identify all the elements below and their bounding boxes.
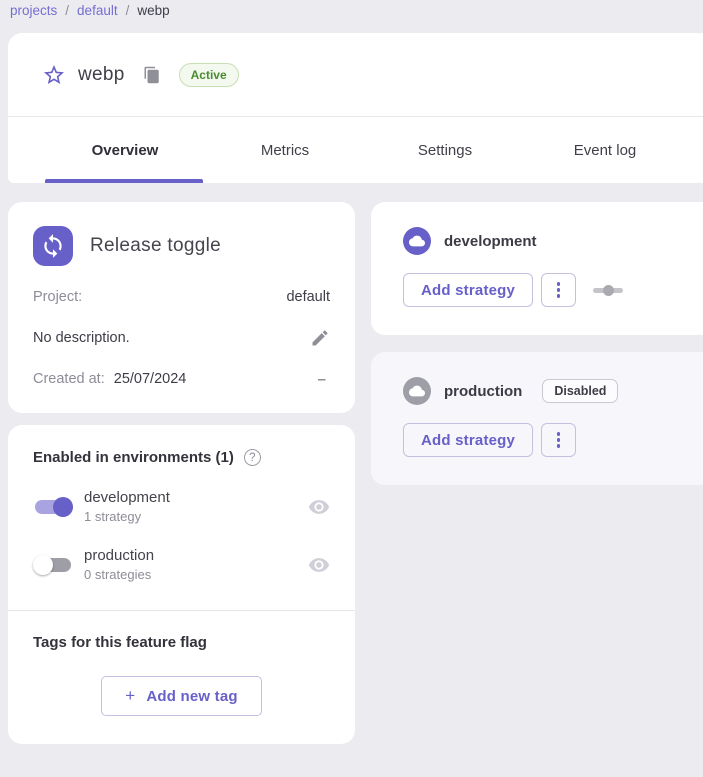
development-toggle[interactable] bbox=[33, 496, 73, 518]
collapse-dash-icon[interactable]: – bbox=[318, 371, 330, 388]
copy-name-button[interactable] bbox=[142, 65, 162, 85]
environment-card-production: production Disabled Add strategy bbox=[371, 352, 703, 485]
tab-event-log[interactable]: Event log bbox=[525, 117, 685, 183]
environment-switch-icon[interactable] bbox=[593, 284, 623, 296]
tab-label: Event log bbox=[574, 142, 637, 159]
env-strategy-count: 1 strategy bbox=[84, 509, 308, 524]
environment-card-header: development bbox=[403, 227, 703, 255]
kebab-dot bbox=[557, 282, 561, 286]
created-at-value: 25/07/2024 bbox=[114, 371, 187, 387]
pencil-icon bbox=[310, 328, 330, 348]
env-row-production: production 0 strategies bbox=[33, 547, 330, 582]
cloud-icon-wrap bbox=[403, 377, 431, 405]
environment-actions: Add strategy bbox=[403, 273, 703, 307]
more-actions-button[interactable] bbox=[541, 423, 576, 457]
more-actions-button[interactable] bbox=[541, 273, 576, 307]
breadcrumb-separator: / bbox=[65, 3, 69, 18]
enabled-environments-title: Enabled in environments (1) bbox=[33, 449, 234, 466]
description-text: No description. bbox=[33, 330, 130, 346]
preview-development-button[interactable] bbox=[308, 496, 330, 518]
environment-card-header: production Disabled bbox=[403, 377, 703, 405]
tab-bar: Overview Metrics Settings Event log bbox=[8, 117, 703, 183]
tags-title: Tags for this feature flag bbox=[33, 634, 207, 651]
tab-metrics[interactable]: Metrics bbox=[205, 117, 365, 183]
toggle-thumb bbox=[53, 497, 73, 517]
slider-knob bbox=[603, 285, 614, 296]
tab-settings[interactable]: Settings bbox=[365, 117, 525, 183]
cloud-icon bbox=[409, 233, 425, 249]
active-tab-indicator bbox=[45, 179, 203, 183]
favorite-star-icon[interactable] bbox=[41, 62, 67, 88]
page-title: webp bbox=[78, 64, 125, 86]
status-badge: Active bbox=[179, 63, 239, 87]
breadcrumb: projects / default / webp bbox=[0, 0, 703, 33]
breadcrumb-separator: / bbox=[126, 3, 130, 18]
preview-production-button[interactable] bbox=[308, 554, 330, 576]
tab-label: Settings bbox=[418, 142, 472, 159]
eye-icon bbox=[308, 496, 330, 518]
side-panel: Enabled in environments (1) ? developmen… bbox=[8, 425, 355, 744]
env-row-development: development 1 strategy bbox=[33, 489, 330, 524]
left-column: Release toggle Project: default No descr… bbox=[8, 202, 355, 744]
created-at-row: Created at: 25/07/2024 – bbox=[33, 369, 330, 389]
feature-type-header: Release toggle bbox=[33, 226, 330, 266]
tab-label: Metrics bbox=[261, 142, 309, 159]
feature-title-row: webp Active bbox=[8, 33, 703, 117]
env-labels: development 1 strategy bbox=[84, 489, 308, 524]
edit-description-button[interactable] bbox=[310, 328, 330, 348]
breadcrumb-current: webp bbox=[137, 3, 169, 18]
environment-name: development bbox=[444, 233, 537, 250]
plus-icon: + bbox=[125, 686, 135, 706]
tab-overview[interactable]: Overview bbox=[45, 117, 205, 183]
add-new-tag-label: Add new tag bbox=[146, 688, 237, 705]
tags-section: Tags for this feature flag + Add new tag bbox=[8, 611, 355, 744]
kebab-dot bbox=[557, 294, 561, 298]
disabled-badge: Disabled bbox=[542, 379, 618, 403]
feature-type-card: Release toggle Project: default No descr… bbox=[8, 202, 355, 413]
feature-header-card: webp Active Overview Metrics Settings Ev… bbox=[8, 33, 703, 183]
add-new-tag-button[interactable]: + Add new tag bbox=[101, 676, 262, 716]
copy-icon bbox=[143, 66, 161, 84]
cloud-icon bbox=[409, 383, 425, 399]
description-row: No description. bbox=[33, 328, 330, 348]
breadcrumb-link-projects[interactable]: projects bbox=[10, 3, 57, 18]
project-value: default bbox=[286, 289, 330, 305]
env-labels: production 0 strategies bbox=[84, 547, 308, 582]
production-toggle[interactable] bbox=[33, 554, 73, 576]
env-strategy-count: 0 strategies bbox=[84, 567, 308, 582]
kebab-dot bbox=[557, 438, 561, 442]
env-name: development bbox=[84, 489, 308, 506]
cloud-icon-wrap bbox=[403, 227, 431, 255]
environment-card-development: development Add strategy bbox=[371, 202, 703, 335]
overview-content: Release toggle Project: default No descr… bbox=[8, 202, 703, 744]
feature-type-title: Release toggle bbox=[90, 235, 221, 257]
enabled-environments-section: Enabled in environments (1) ? developmen… bbox=[8, 425, 355, 610]
environment-name: production bbox=[444, 383, 522, 400]
project-label: Project: bbox=[33, 289, 82, 305]
help-icon[interactable]: ? bbox=[244, 449, 261, 466]
kebab-dot bbox=[557, 444, 561, 448]
environment-actions: Add strategy bbox=[403, 423, 703, 457]
add-strategy-button[interactable]: Add strategy bbox=[403, 423, 533, 457]
star-icon bbox=[42, 63, 66, 87]
env-name: production bbox=[84, 547, 308, 564]
tab-label: Overview bbox=[92, 142, 159, 159]
add-strategy-button[interactable]: Add strategy bbox=[403, 273, 533, 307]
kebab-dot bbox=[557, 432, 561, 436]
release-toggle-icon-wrap bbox=[33, 226, 73, 266]
created-at-label: Created at: bbox=[33, 371, 105, 387]
sync-icon bbox=[40, 233, 66, 259]
eye-icon bbox=[308, 554, 330, 576]
breadcrumb-link-default[interactable]: default bbox=[77, 3, 118, 18]
kebab-dot bbox=[557, 288, 561, 292]
right-column: development Add strategy bbox=[371, 202, 703, 502]
toggle-thumb bbox=[33, 555, 53, 575]
project-row: Project: default bbox=[33, 287, 330, 307]
